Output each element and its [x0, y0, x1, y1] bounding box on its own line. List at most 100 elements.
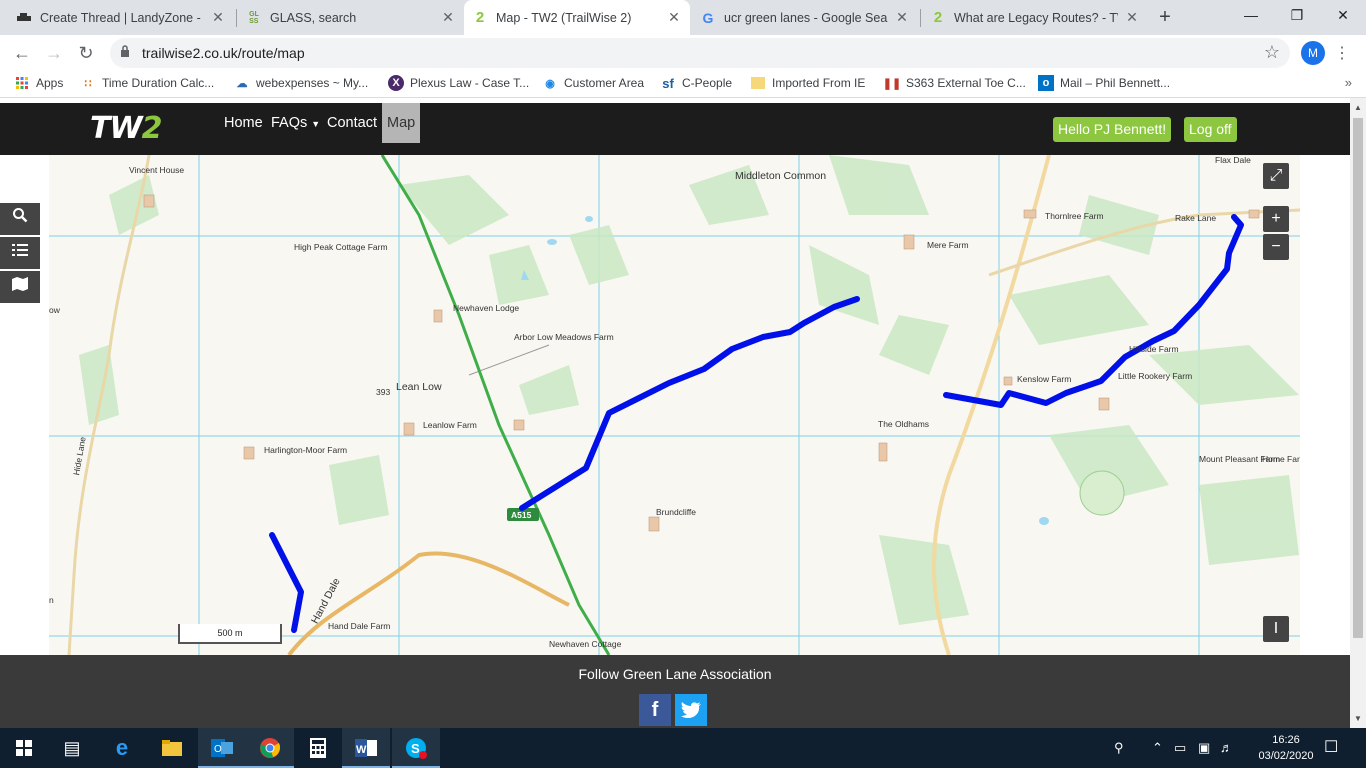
address-bar[interactable]: trailwise2.co.uk/route/map ☆ [110, 38, 1290, 68]
clock-date: 03/02/2020 [1258, 750, 1314, 762]
chrome-icon[interactable] [246, 728, 294, 768]
s363-icon: ❚❚ [882, 77, 902, 90]
close-icon[interactable]: ✕ [666, 9, 682, 26]
close-icon[interactable]: ✕ [894, 9, 910, 26]
user-greeting-button[interactable]: Hello PJ Bennett! [1053, 117, 1172, 142]
twitter-icon[interactable] [675, 694, 707, 726]
bookmark-label: S363 External Toe C... [906, 76, 1026, 90]
tab-tw2-map[interactable]: 2 Map - TW2 (TrailWise 2) ✕ [464, 0, 690, 35]
calculator-icon[interactable] [294, 728, 342, 768]
bookmark-imported-ie[interactable]: Imported From IE [750, 75, 865, 91]
log-off-button[interactable]: Log off [1184, 117, 1237, 142]
windows-start-icon[interactable] [0, 728, 48, 768]
forward-icon[interactable]: → [40, 39, 68, 67]
map-label: Harlington-Moor Farm [264, 445, 348, 455]
map-layers-icon[interactable] [0, 271, 40, 303]
tw2-logo[interactable]: TW2 [90, 114, 162, 144]
internet-explorer-icon[interactable]: e [98, 728, 146, 768]
search-icon[interactable] [0, 203, 40, 235]
zoom-out-button[interactable]: − [1263, 234, 1289, 260]
bookmark-label: Customer Area [564, 76, 645, 90]
tab-glass[interactable]: GL SS GLASS, search ✕ [238, 0, 464, 35]
more-bookmarks-icon[interactable]: » [1345, 75, 1352, 90]
page-scrollbar[interactable]: ▲ ▼ [1350, 98, 1366, 728]
map-label: The Oldhams [878, 419, 930, 429]
nav-home[interactable]: Home [224, 103, 263, 143]
tab-title: ucr green lanes - Google Searc [724, 10, 888, 25]
map-label: Thornlree Farm [1045, 211, 1104, 221]
new-tab-button[interactable]: + [1152, 5, 1178, 31]
people-icon[interactable]: ⚲ [1114, 728, 1124, 768]
a515-label: A515 [511, 510, 532, 520]
facebook-icon[interactable]: f [639, 694, 671, 726]
customer-area-icon: ◉ [545, 77, 555, 90]
tab-google-search[interactable]: G ucr green lanes - Google Searc ✕ [692, 0, 918, 35]
map-label: High Peak Cottage Farm [294, 242, 388, 252]
task-view-icon[interactable]: ▤ [48, 728, 96, 768]
map-label: Home Farm [1262, 454, 1300, 464]
svg-text:S: S [411, 741, 420, 756]
outlook-icon: o [1038, 75, 1054, 91]
back-icon[interactable]: ← [8, 39, 36, 67]
file-explorer-icon[interactable] [148, 728, 196, 768]
plexus-icon: X [388, 75, 404, 91]
map-label: Little Rookery Farm [1118, 371, 1193, 381]
outlook-icon[interactable]: O [198, 728, 246, 768]
lock-icon [120, 45, 130, 60]
bookmark-customer-area[interactable]: ◉ Customer Area [542, 75, 644, 91]
tab-landyzone[interactable]: Create Thread | LandyZone - La ✕ [8, 0, 234, 35]
map-label: Rake Lane [1175, 213, 1217, 223]
zoom-in-button[interactable]: + [1263, 206, 1289, 232]
bookmark-plexus[interactable]: X Plexus Law - Case T... [388, 75, 529, 91]
sf-icon: sf [662, 75, 674, 91]
close-icon[interactable]: ✕ [440, 9, 456, 26]
nav-faqs[interactable]: FAQs ▼ [271, 103, 320, 143]
bookmark-webexpenses[interactable]: ☁ webexpenses ~ My... [234, 75, 369, 91]
window-close-icon[interactable]: ✕ [1320, 0, 1366, 32]
nav-contact[interactable]: Contact [327, 103, 377, 143]
list-icon[interactable] [0, 237, 40, 269]
scrollbar-thumb[interactable] [1353, 118, 1363, 638]
bookmarks-bar: Apps ∷ Time Duration Calc... ☁ webexpens… [0, 70, 1366, 98]
apps-grid-icon [14, 75, 30, 91]
bookmark-time-duration[interactable]: ∷ Time Duration Calc... [80, 75, 215, 91]
google-icon: G [702, 9, 714, 26]
map-label: Arbor Low Meadows Farm [514, 332, 614, 342]
tab-legacy-routes[interactable]: 2 What are Legacy Routes? - TW ✕ [922, 0, 1148, 35]
minimize-icon[interactable]: — [1228, 0, 1274, 32]
show-hidden-icons[interactable]: ⌃ [1152, 728, 1163, 768]
bookmark-apps[interactable]: Apps [14, 75, 63, 91]
map-label: Newhaven Cottage [549, 639, 622, 649]
profile-avatar[interactable]: M [1301, 41, 1325, 65]
fullscreen-icon[interactable]: ⤢ [1263, 163, 1289, 189]
battery-icon[interactable]: ▭ [1174, 728, 1186, 768]
info-button[interactable]: I [1263, 616, 1289, 642]
nav-map[interactable]: Map [382, 103, 421, 143]
volume-icon[interactable]: ♬ [1220, 728, 1233, 768]
scroll-up-icon[interactable]: ▲ [1354, 103, 1362, 112]
network-icon[interactable]: ▣ [1198, 728, 1210, 768]
close-icon[interactable]: ✕ [210, 9, 226, 26]
bookmark-s363[interactable]: ❚❚ S363 External Toe C... [882, 75, 1026, 91]
scroll-down-icon[interactable]: ▼ [1354, 714, 1362, 723]
bookmark-mail[interactable]: o Mail – Phil Bennett... [1038, 75, 1170, 91]
map-label: n [49, 595, 54, 605]
folder-icon [750, 75, 766, 91]
bookmark-label: C-People [682, 76, 733, 90]
restore-icon[interactable]: ❐ [1274, 0, 1320, 32]
tw2-icon: 2 [933, 9, 943, 26]
map-layer [49, 155, 1300, 655]
bookmark-star-icon[interactable]: ☆ [1264, 42, 1280, 63]
bookmark-c-people[interactable]: sf C-People [660, 75, 732, 91]
route-map[interactable]: Vincent House High Peak Cottage Farm Mid… [49, 155, 1300, 655]
close-icon[interactable]: ✕ [1124, 9, 1140, 26]
browser-menu-icon[interactable]: ⋮ [1334, 43, 1350, 63]
tab-title: What are Legacy Routes? - TW [954, 10, 1118, 25]
svg-text:W: W [356, 744, 367, 756]
notifications-icon[interactable]: ☐ [1324, 728, 1338, 768]
reload-icon[interactable]: ↻ [72, 39, 100, 67]
bookmark-label: Apps [36, 76, 64, 90]
system-clock[interactable]: 16:26 03/02/2020 [1258, 732, 1314, 764]
word-icon[interactable]: W [342, 728, 390, 768]
skype-icon[interactable]: S [392, 728, 440, 768]
